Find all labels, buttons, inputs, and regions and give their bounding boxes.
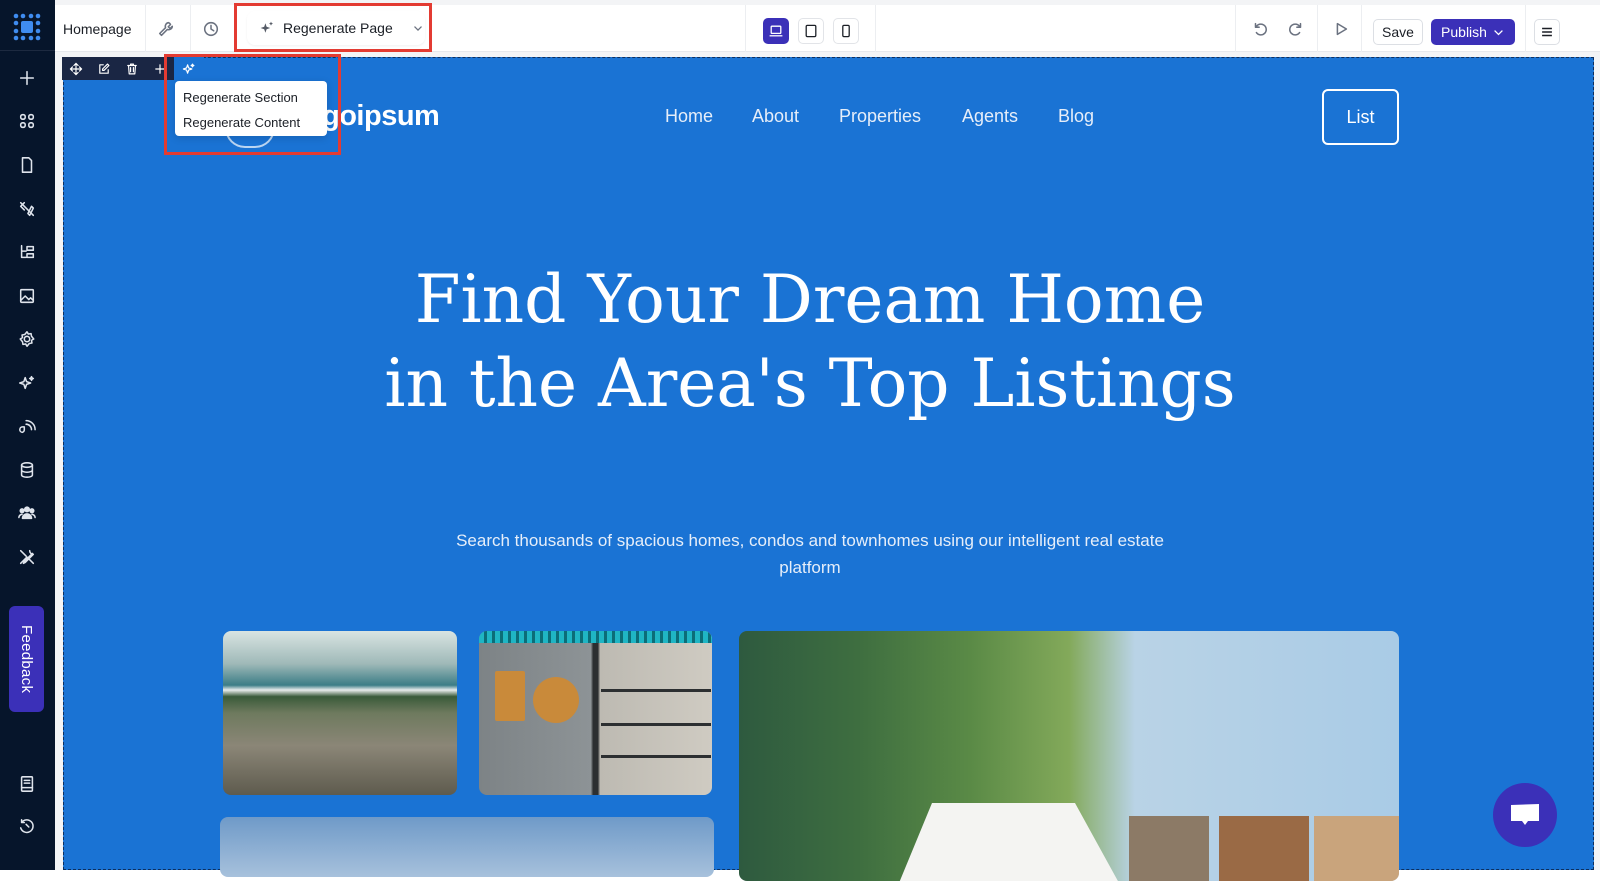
undo-icon[interactable] [1251, 5, 1269, 52]
save-button[interactable]: Save [1373, 19, 1423, 45]
awning-stripes [479, 631, 712, 643]
shelf [601, 689, 711, 692]
docs-book-icon[interactable] [17, 774, 37, 794]
feedback-tab[interactable]: Feedback [9, 606, 44, 712]
toolbar-divider [1361, 5, 1362, 52]
shelf [601, 723, 711, 726]
edit-section-icon[interactable] [90, 57, 118, 80]
device-tablet-button[interactable] [798, 18, 824, 44]
device-mobile-button[interactable] [833, 18, 859, 44]
top-toolbar: Homepage Regenerate Page Save Publish [55, 0, 1600, 52]
ai-sparkle-icon[interactable] [17, 373, 37, 393]
toolbar-divider [145, 5, 146, 52]
sidebar-divider [0, 50, 55, 51]
feedback-label: Feedback [18, 624, 35, 694]
nav-link-agents[interactable]: Agents [962, 106, 1018, 127]
building [1314, 816, 1399, 881]
layers-tree-icon[interactable] [17, 242, 37, 262]
hero-headline: Find Your Dream Home in the Area's Top L… [384, 261, 1236, 422]
cutting-board [495, 671, 525, 721]
app-logo [13, 13, 41, 41]
nav-link-blog[interactable]: Blog [1058, 106, 1094, 127]
add-element-icon[interactable] [17, 68, 37, 88]
laptop-icon [769, 25, 783, 37]
building [1219, 816, 1309, 881]
chat-bubble-icon [1511, 804, 1539, 825]
pages-icon[interactable] [17, 155, 37, 175]
chevron-down-icon [1494, 29, 1503, 35]
design-icon[interactable] [17, 199, 37, 219]
hamburger-menu-button[interactable] [1534, 19, 1560, 45]
list-cta-button[interactable]: List [1322, 89, 1399, 145]
redo-icon[interactable] [1287, 5, 1305, 52]
move-section-icon[interactable] [62, 57, 90, 80]
page-title[interactable]: Homepage [63, 5, 132, 52]
toolbar-divider [190, 5, 191, 52]
regenerate-page-button[interactable]: Regenerate Page [247, 11, 425, 45]
delete-section-icon[interactable] [118, 57, 146, 80]
shelf [601, 755, 711, 758]
publish-button[interactable]: Publish [1431, 19, 1515, 45]
toolbar-divider [875, 5, 876, 52]
nav-link-about[interactable]: About [752, 106, 799, 127]
members-group-icon[interactable] [17, 503, 37, 523]
add-section-icon[interactable] [146, 57, 174, 80]
settings-gear-icon[interactable] [17, 329, 37, 349]
section-toolbar [62, 57, 204, 80]
history-restore-icon[interactable] [17, 817, 37, 837]
kitchen-shelves-image [479, 631, 712, 795]
regenerate-content-item[interactable]: Regenerate Content [175, 110, 327, 135]
toolbar-divider [1525, 5, 1526, 52]
regenerate-dropdown-menu: Regenerate Section Regenerate Content [175, 81, 327, 136]
trees-tent-image [739, 631, 1399, 881]
regenerate-section-item[interactable]: Regenerate Section [175, 85, 327, 110]
chat-widget-button[interactable] [1493, 783, 1557, 847]
ai-sparkle-icon [260, 21, 273, 33]
round-board [533, 677, 579, 723]
ai-regenerate-icon[interactable] [174, 57, 204, 80]
sections-grid-icon[interactable] [17, 111, 37, 131]
nav-link-home[interactable]: Home [665, 106, 713, 127]
palm-trees-image [220, 817, 714, 877]
database-icon[interactable] [17, 460, 37, 480]
tools-wrench-icon[interactable] [17, 547, 37, 567]
media-image-icon[interactable] [17, 286, 37, 306]
aerial-town-image [223, 631, 457, 795]
page-settings-wrench-icon[interactable] [157, 5, 175, 52]
toolbar-divider [1317, 5, 1318, 52]
mobile-phone-icon [842, 24, 850, 38]
site-brand[interactable]: goipsum [322, 100, 440, 133]
regenerate-page-label: Regenerate Page [283, 20, 393, 36]
preview-play-icon[interactable] [1332, 5, 1350, 52]
chevron-down-icon [413, 26, 422, 31]
left-sidebar: Feedback [0, 0, 55, 870]
nav-link-properties[interactable]: Properties [839, 106, 921, 127]
toolbar-divider [745, 5, 746, 52]
publish-label: Publish [1441, 24, 1487, 40]
history-clock-icon[interactable] [202, 5, 220, 52]
device-desktop-button[interactable] [763, 18, 789, 44]
toolbar-divider [1235, 5, 1236, 52]
white-tent [899, 803, 1119, 881]
hero-subheadline: Search thousands of spacious homes, cond… [456, 531, 1164, 577]
hamburger-icon [1542, 27, 1552, 37]
building [1129, 816, 1209, 881]
integrations-signal-icon[interactable] [17, 416, 37, 436]
tablet-icon [805, 24, 817, 38]
